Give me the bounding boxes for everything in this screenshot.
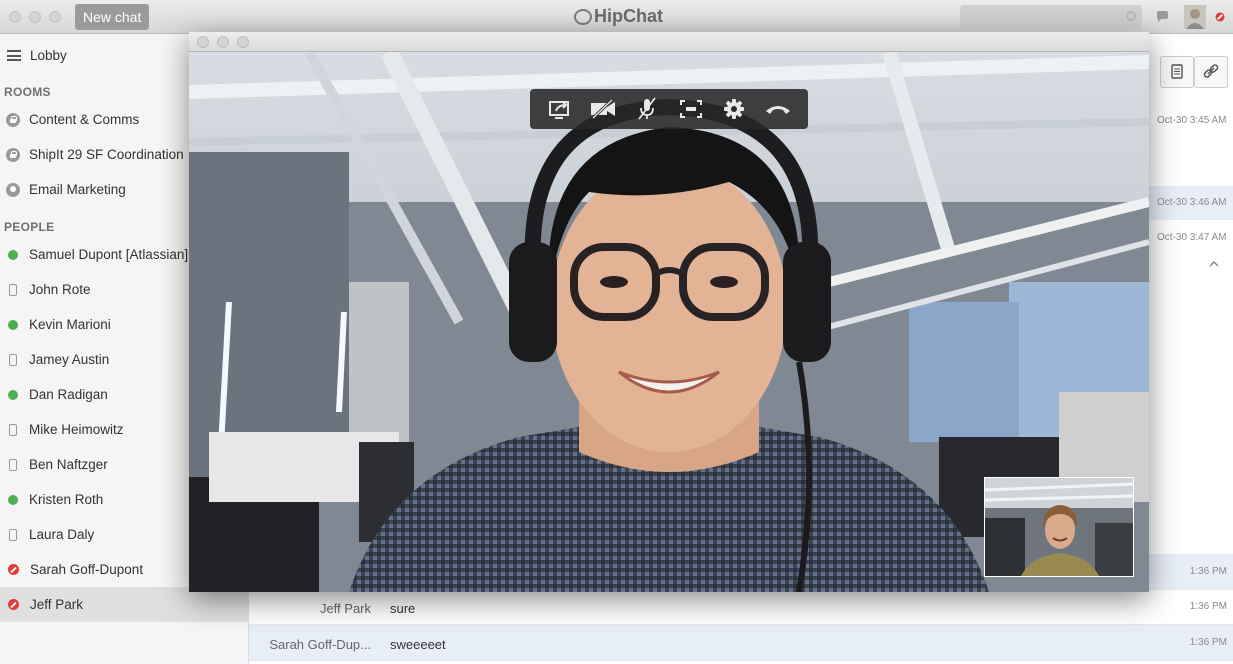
message-sender: Sarah Goff-Dup... (269, 637, 371, 652)
lock-icon (6, 147, 20, 162)
message-timestamp: Oct-30 3:46 AM (1157, 197, 1227, 208)
app-titlebar: New chat HipChat (0, 0, 1233, 34)
group-icon (6, 182, 20, 197)
sidebar-item-label: Kristen Roth (29, 492, 104, 507)
minimize-window-button[interactable] (217, 36, 229, 48)
fullscreen-button[interactable] (676, 95, 706, 123)
sidebar-item-label: Mike Heimowitz (29, 422, 124, 437)
sidebar-item-label: ShipIt 29 SF Coordination (29, 147, 184, 162)
hang-up-icon (766, 106, 791, 114)
message-timestamp: Oct-30 3:45 AM (1157, 115, 1227, 126)
message-text: sure (390, 601, 416, 616)
available-status-icon (8, 389, 18, 400)
call-controls-bar (530, 89, 808, 129)
hang-up-button[interactable] (763, 95, 793, 123)
document-icon (1171, 64, 1183, 79)
sidebar-item-label: John Rote (29, 282, 91, 297)
message-timestamp: Oct-30 3:47 AM (1157, 232, 1227, 243)
mobile-status-icon (9, 353, 17, 366)
lock-icon (6, 112, 20, 127)
message-row: Jeff Park sure 1:36 PM (249, 589, 1233, 625)
new-chat-button[interactable]: New chat (75, 4, 150, 30)
settings-icon (724, 99, 745, 119)
mute-icon (638, 97, 656, 120)
self-view-image (985, 478, 1133, 576)
mute-button[interactable] (632, 95, 662, 123)
message-time: 1:36 PM (1189, 601, 1227, 612)
mobile-status-icon (9, 528, 17, 541)
video-call-window (189, 32, 1149, 592)
available-status-icon (8, 249, 18, 260)
sidebar-item-label: Samuel Dupont [Atlassian] (29, 247, 189, 262)
rooms-heading: ROOMS (4, 85, 51, 99)
toggle-video-button[interactable] (588, 95, 618, 123)
close-window-button[interactable] (197, 36, 209, 48)
message-sender: Jeff Park (319, 601, 371, 616)
self-view-video[interactable] (984, 477, 1134, 577)
sidebar-item-label: Kevin Marioni (29, 317, 111, 332)
message-time: 1:36 PM (1189, 566, 1227, 577)
remote-video-feed (189, 52, 1149, 592)
sidebar-item-label: Jamey Austin (29, 352, 110, 367)
call-settings-button[interactable] (719, 95, 749, 123)
share-screen-icon (548, 101, 569, 119)
video-off-icon (591, 99, 616, 119)
search-input[interactable] (960, 5, 1142, 29)
message-time: 1:36 PM (1189, 637, 1227, 648)
sidebar-item-label: Email Marketing (29, 182, 126, 197)
chevron-up-icon[interactable] (1209, 260, 1219, 268)
zoom-window-button[interactable] (237, 36, 249, 48)
fullscreen-icon (679, 100, 702, 118)
do-not-disturb-icon[interactable] (1215, 12, 1225, 22)
sidebar-item-person-selected[interactable]: Jeff Park (0, 587, 249, 622)
zoom-window-button[interactable] (49, 11, 61, 23)
mobile-status-icon (9, 458, 17, 471)
app-name: HipChat (594, 6, 663, 26)
message-row: Sarah Goff-Dup... sweeeeet 1:36 PM (249, 625, 1233, 661)
do-not-disturb-icon (8, 564, 19, 575)
available-status-icon (8, 494, 18, 505)
avatar[interactable] (1184, 5, 1206, 29)
sidebar-item-label: Dan Radigan (29, 387, 108, 402)
chat-bubble-icon (574, 8, 592, 25)
do-not-disturb-icon (8, 599, 19, 610)
sidebar-item-label: Content & Comms (29, 112, 140, 127)
link-icon (1203, 64, 1219, 78)
video-window-titlebar[interactable] (189, 32, 1149, 52)
mobile-status-icon (9, 423, 17, 436)
app-logo: HipChat (574, 6, 663, 27)
close-window-button[interactable] (9, 11, 21, 23)
available-status-icon (8, 319, 18, 330)
chat-status-icon[interactable] (1155, 8, 1171, 24)
sidebar-item-label: Jeff Park (30, 597, 84, 612)
files-button[interactable] (1160, 56, 1194, 88)
links-button[interactable] (1194, 56, 1228, 88)
sidebar-item-label: Ben Naftzger (29, 457, 108, 472)
share-screen-button[interactable] (545, 95, 575, 123)
sidebar-item-label: Lobby (30, 48, 67, 63)
sidebar-item-label: Laura Daly (29, 527, 95, 542)
mobile-status-icon (9, 283, 17, 296)
search-icon (1126, 11, 1136, 21)
people-heading: PEOPLE (4, 220, 55, 234)
message-text: sweeeeet (390, 637, 446, 652)
sidebar-item-label: Sarah Goff-Dupont (30, 562, 144, 577)
minimize-window-button[interactable] (29, 11, 41, 23)
menu-icon (7, 50, 21, 61)
